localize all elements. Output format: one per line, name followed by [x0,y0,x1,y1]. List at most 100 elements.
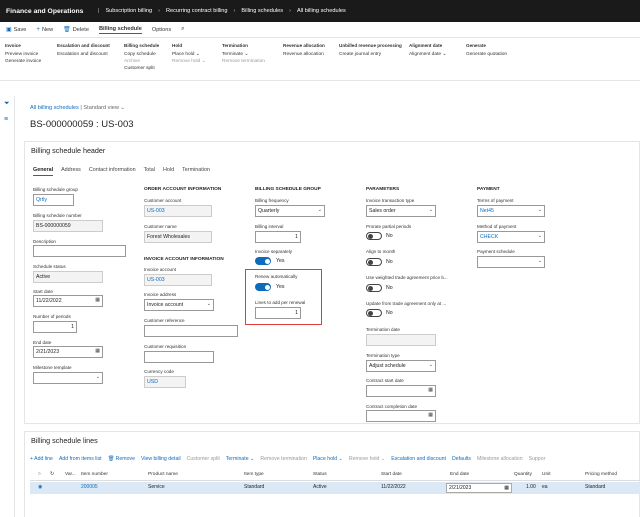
calendar-icon[interactable]: ▦ [95,348,100,354]
calendar-icon[interactable]: ▦ [504,485,509,491]
filter-icon[interactable]: ⏷ [4,100,14,108]
remove-line-button[interactable]: 🗑 Remove [108,456,135,462]
description-field[interactable] [33,245,126,257]
calendar-icon[interactable]: ▦ [95,297,100,303]
col-unit[interactable]: Unit [542,472,551,477]
currency-code-field[interactable]: USD [144,376,186,388]
terminate-line-button[interactable]: Terminate ⌄ [226,456,255,462]
termination-date-field[interactable] [366,334,436,346]
list-icon[interactable]: ≡ [4,116,14,123]
place-hold-line-button[interactable]: Place hold ⌄ [313,456,343,462]
chevron-down-icon[interactable]: ⌄ [120,105,125,111]
select-all-checkbox[interactable]: ○ [38,472,41,477]
chevron-down-icon[interactable]: ⌄ [429,362,433,368]
customer-split-button[interactable]: Customer split [124,65,159,72]
archive-button[interactable]: Archive [124,58,159,65]
escalation-discount-button[interactable]: Escalation and discount [57,51,110,58]
create-journal-entry-button[interactable]: Create journal entry [339,51,402,58]
col-pricing-method[interactable]: Pricing method [585,472,617,477]
row-item-type[interactable]: Standard [244,484,264,490]
invoice-address-select[interactable]: Invoice account ⌄ [144,299,214,311]
contract-start-field[interactable]: ▦ [366,385,436,397]
method-of-payment-select[interactable]: CHECK ⌄ [477,231,545,243]
copy-schedule-button[interactable]: Copy schedule [124,51,159,58]
view-selector[interactable]: Standard view [83,105,118,111]
tab-address[interactable]: Address [61,167,81,176]
tab-billing-schedule[interactable]: Billing schedule [98,26,142,34]
invoice-account-field[interactable]: US-003 [144,274,212,286]
row-end-date[interactable]: 2/21/2023 ▦ [446,483,512,493]
defaults-button[interactable]: Defaults [452,456,471,462]
table-row[interactable]: ◉ 200005 Service Standard Active 11/22/2… [30,482,640,494]
chevron-down-icon[interactable]: ⌄ [429,207,433,213]
col-start-date[interactable]: Start date [381,472,402,477]
billing-interval-field[interactable]: 1 [255,231,301,243]
chevron-down-icon[interactable]: ⌄ [538,233,542,239]
remove-hold-button[interactable]: Remove hold ⌄ [172,58,206,65]
remove-hold-line-button[interactable]: Remove hold ⌄ [349,456,385,462]
escalation-discount-line-button[interactable]: Escalation and discount [391,456,446,462]
col-variant[interactable]: Var... [65,472,76,477]
calendar-icon[interactable]: ▦ [428,387,433,393]
schedule-status-field[interactable]: Active [33,271,103,283]
tab-hold[interactable]: Hold [163,167,174,176]
prorate-toggle[interactable] [366,232,382,240]
tab-contact-information[interactable]: Contact information [89,167,136,176]
all-billing-schedules-link[interactable]: All billing schedules [30,105,79,111]
add-from-items-button[interactable]: Add from items list [59,456,102,462]
revenue-allocation-button[interactable]: Revenue allocation [283,51,325,58]
tab-total[interactable]: Total [144,167,155,176]
customer-requisition-field[interactable] [144,351,214,363]
contract-completion-field[interactable]: ▦ [366,410,436,422]
payment-schedule-select[interactable]: ⌄ [477,256,545,268]
terminate-button[interactable]: Terminate ⌄ [222,51,265,58]
chevron-down-icon[interactable]: ⌄ [318,207,322,213]
milestone-template-select[interactable]: ⌄ [33,372,103,384]
crumb-recurring-contract-billing[interactable]: Recurring contract billing [166,8,228,14]
customer-reference-field[interactable] [144,325,238,337]
weighted-price-toggle[interactable] [366,284,382,292]
customer-name-field[interactable]: Forest Wholesales [144,231,212,243]
terms-of-payment-select[interactable]: Net45 ⌄ [477,205,545,217]
col-quantity[interactable]: Quantity [514,472,532,477]
chevron-down-icon[interactable]: ⌄ [538,207,542,213]
billing-schedule-number-field[interactable]: BS-000000059 [33,220,103,232]
row-unit[interactable]: ea [542,484,548,490]
col-item-number[interactable]: Item number [81,472,108,477]
milestone-allocation-button[interactable]: Milestone allocation [477,456,523,462]
generate-invoice-button[interactable]: Generate invoice [5,58,41,65]
invoice-separately-toggle[interactable] [255,257,271,265]
new-button[interactable]: + New [36,27,53,33]
number-of-periods-field[interactable]: 1 [33,321,77,333]
billing-frequency-select[interactable]: Quarterly ⌄ [255,205,325,217]
start-date-field[interactable]: 11/22/2022 ▦ [33,295,103,307]
alignment-date-button[interactable]: Alignment date ⌄ [409,51,446,58]
generate-quotation-button[interactable]: Generate quotation [466,51,507,58]
calendar-icon[interactable]: ▦ [428,412,433,418]
row-pricing-method[interactable]: Standard [585,484,605,490]
row-quantity[interactable]: 1.00 [526,484,536,490]
row-start-date[interactable]: 11/22/2022 [381,484,406,490]
col-item-type[interactable]: Item type [244,472,264,477]
remove-termination-line-button[interactable]: Remove termination [260,456,306,462]
chevron-down-icon[interactable]: ⌄ [538,258,542,264]
col-status[interactable]: Status [313,472,327,477]
app-title[interactable]: Finance and Operations [0,8,98,15]
row-status[interactable]: Active [313,484,327,490]
termination-type-select[interactable]: Adjust schedule ⌄ [366,360,436,372]
crumb-all-billing-schedules[interactable]: All billing schedules [297,8,346,14]
row-product-name[interactable]: Service [148,484,165,490]
billing-schedule-group-field[interactable]: Qrtly [33,194,74,206]
update-trade-toggle[interactable] [366,309,382,317]
tab-general[interactable]: General [33,167,54,176]
transaction-type-select[interactable]: Sales order ⌄ [366,205,436,217]
customer-account-field[interactable]: US-003 [144,205,212,217]
save-button[interactable]: ▣ Save [6,26,26,34]
tab-options[interactable]: Options [152,27,171,33]
support-button[interactable]: Suppor [529,456,546,462]
view-billing-detail-button[interactable]: View billing detail [141,456,181,462]
crumb-billing-schedules[interactable]: Billing schedules [241,8,283,14]
tab-termination[interactable]: Termination [182,167,210,176]
col-end-date[interactable]: End date [450,472,469,477]
lines-card-title[interactable]: Billing schedule lines [25,432,639,448]
